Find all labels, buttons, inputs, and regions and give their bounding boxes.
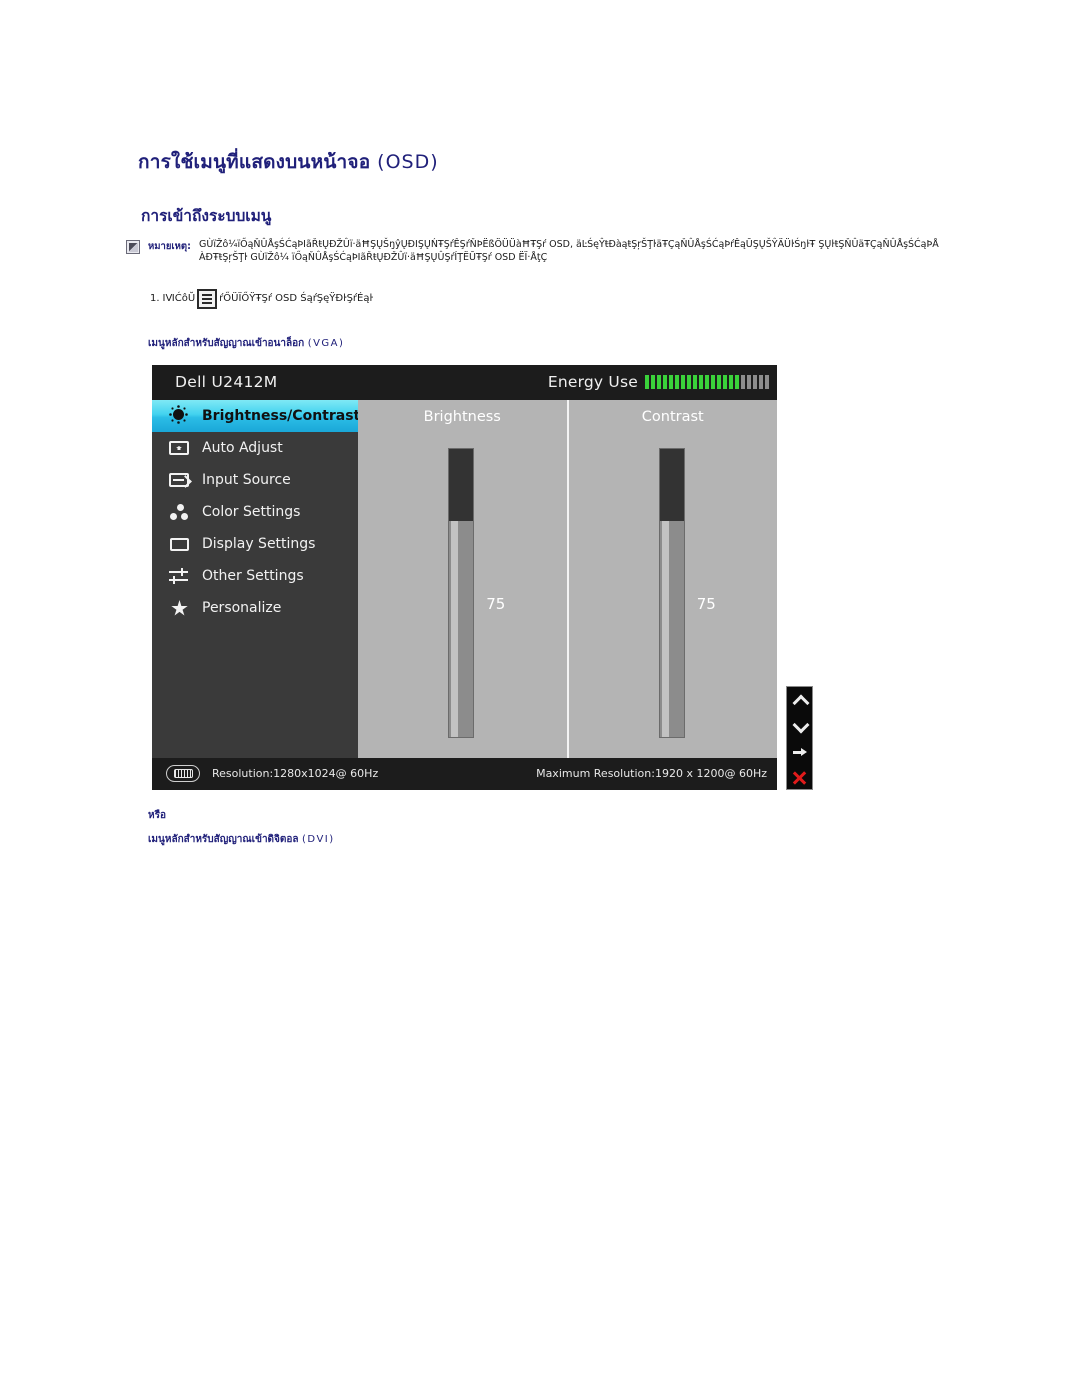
osd-menu-item-label: Brightness/Contrast <box>202 408 361 424</box>
energy-bar <box>657 375 661 389</box>
energy-bar <box>741 375 745 389</box>
osd-menu-item-label: Display Settings <box>202 536 316 552</box>
star-icon <box>166 596 196 620</box>
osd-menu-item-auto-adjust[interactable]: Auto Adjust <box>152 432 358 464</box>
step-prefix-text: ΙⅥĆôŬ <box>162 293 196 304</box>
maximum-resolution-label: Maximum Resolution:1920 x 1200@ 60Hz <box>536 767 767 780</box>
caption-dvi-thai: เมนูหลักสำหรับสัญญาณเข้าดิจิตอล <box>148 834 299 845</box>
energy-bar <box>693 375 697 389</box>
color-dots-icon <box>166 500 196 524</box>
page-title-thai: การใช้เมนูที่แสดงบนหน้าจอ <box>138 151 371 173</box>
osd-menu-item-label: Auto Adjust <box>202 440 283 456</box>
energy-bar <box>717 375 721 389</box>
down-chevron-icon <box>792 716 809 734</box>
energy-bar <box>711 375 715 389</box>
step-number: 1. <box>150 293 160 304</box>
page-title-latin: (OSD) <box>377 151 439 173</box>
osd-panel-contrast: Contrast 75 <box>566 400 778 758</box>
contrast-value: 75 <box>696 595 716 613</box>
osd-menu-item-label: Color Settings <box>202 504 301 520</box>
current-resolution-label: Resolution:1280x1024@ 60Hz <box>212 767 379 780</box>
osd-control-buttons[interactable] <box>786 686 813 790</box>
display-screen-icon <box>166 532 196 556</box>
contrast-slider[interactable] <box>658 448 685 738</box>
energy-use-label: Energy Use <box>547 373 638 391</box>
caption-vga: เมนูหลักสำหรับสัญญาณเข้าอนาล็อก (VGA) <box>148 336 344 351</box>
osd-menu-item-input-source[interactable]: Input Source <box>152 464 358 496</box>
energy-bar <box>753 375 757 389</box>
brightness-slider-indicator <box>451 521 459 737</box>
menu-button-icon <box>197 289 218 309</box>
energy-bar <box>705 375 709 389</box>
document-page: การใช้เมนูที่แสดงบนหน้าจอ (OSD) การเข้าถ… <box>0 0 1080 1397</box>
energy-bar <box>687 375 691 389</box>
osd-menu-item-brightness-contrast[interactable]: Brightness/Contrast <box>152 400 361 432</box>
close-x-icon <box>792 770 808 786</box>
page-title: การใช้เมนูที่แสดงบนหน้าจอ (OSD) <box>138 147 439 177</box>
osd-footer: Resolution:1280x1024@ 60Hz Maximum Resol… <box>152 758 777 790</box>
osd-window: Dell U2412M Energy Use Brightness/Contra… <box>152 365 777 790</box>
osd-panel-brightness: Brightness 75 <box>358 400 567 758</box>
contrast-title: Contrast <box>641 409 704 425</box>
note-label: หมายเหตุ: <box>148 241 191 252</box>
osd-menu-list: Brightness/Contrast Auto Adjust Input Sour… <box>152 400 361 758</box>
osd-menu-item-display-settings[interactable]: Display Settings <box>152 528 358 560</box>
monitor-model-label: Dell U2412M <box>175 373 278 391</box>
energy-bar <box>759 375 763 389</box>
osd-adjust-panels: Brightness 75 Contrast 75 <box>358 400 777 758</box>
osd-button-exit[interactable] <box>787 765 812 791</box>
section-heading: การเข้าถึงระบบเมนู <box>141 207 272 225</box>
vga-connector-icon <box>166 765 200 782</box>
energy-bar <box>735 375 739 389</box>
osd-menu-item-personalize[interactable]: Personalize <box>152 592 358 624</box>
right-arrow-icon <box>792 748 807 756</box>
osd-menu-item-other-settings[interactable]: Other Settings <box>152 560 358 592</box>
auto-adjust-icon <box>166 436 196 460</box>
brightness-slider[interactable] <box>448 448 475 738</box>
energy-use-bars <box>645 375 769 389</box>
osd-button-down[interactable] <box>787 713 812 739</box>
brightness-value: 75 <box>486 595 506 613</box>
osd-menu-item-color-settings[interactable]: Color Settings <box>152 496 358 528</box>
osd-body: Brightness/Contrast Auto Adjust Input Sour… <box>152 400 777 758</box>
energy-bar <box>675 375 679 389</box>
input-source-icon <box>166 468 196 492</box>
energy-bar <box>723 375 727 389</box>
step-suffix-text: ŕŐÜÏŐŸŦŞŕ OSD ŚąŕŞęŸÐŀŞŕÉąŀ <box>219 293 373 304</box>
energy-bar <box>747 375 751 389</box>
caption-dvi-latin: (DVI) <box>302 834 335 845</box>
energy-bar <box>765 375 769 389</box>
up-chevron-icon <box>792 694 809 712</box>
caption-or: หรือ <box>148 810 166 821</box>
energy-bar <box>651 375 655 389</box>
contrast-slider-indicator <box>661 521 669 737</box>
osd-button-up[interactable] <box>787 687 812 713</box>
energy-use-meter: Energy Use <box>548 373 769 391</box>
step-one: 1. ΙⅥĆôŬ ŕŐÜÏŐŸŦŞŕ OSD ŚąŕŞęŸÐŀŞŕÉąŀ <box>150 289 373 309</box>
caption-dvi: เมนูหลักสำหรับสัญญาณเข้าดิจิตอล (DVI) <box>148 832 335 847</box>
osd-menu-item-label: Personalize <box>202 600 282 616</box>
osd-button-enter[interactable] <box>787 739 812 765</box>
brightness-title: Brightness <box>423 409 501 425</box>
osd-menu-item-label: Other Settings <box>202 568 304 584</box>
sliders-icon <box>166 564 196 588</box>
energy-bar <box>681 375 685 389</box>
caption-vga-latin: (VGA) <box>307 338 345 349</box>
caption-vga-thai: เมนูหลักสำหรับสัญญาณเข้าอนาล็อก <box>148 338 305 349</box>
note-pencil-icon <box>126 240 140 254</box>
energy-bar <box>699 375 703 389</box>
energy-bar <box>669 375 673 389</box>
osd-header: Dell U2412M Energy Use <box>152 365 777 400</box>
brightness-sun-icon <box>166 404 196 428</box>
energy-bar <box>729 375 733 389</box>
energy-bar <box>645 375 649 389</box>
energy-bar <box>663 375 667 389</box>
osd-menu-item-label: Input Source <box>202 472 291 488</box>
note-body: GÙïŽô¼ïŐąŇÛÅşŚĆąÞIãŘŧŲÐŽÛï·äĦŞŲŠŋŷŲÐIŞŲŃ… <box>199 239 939 263</box>
